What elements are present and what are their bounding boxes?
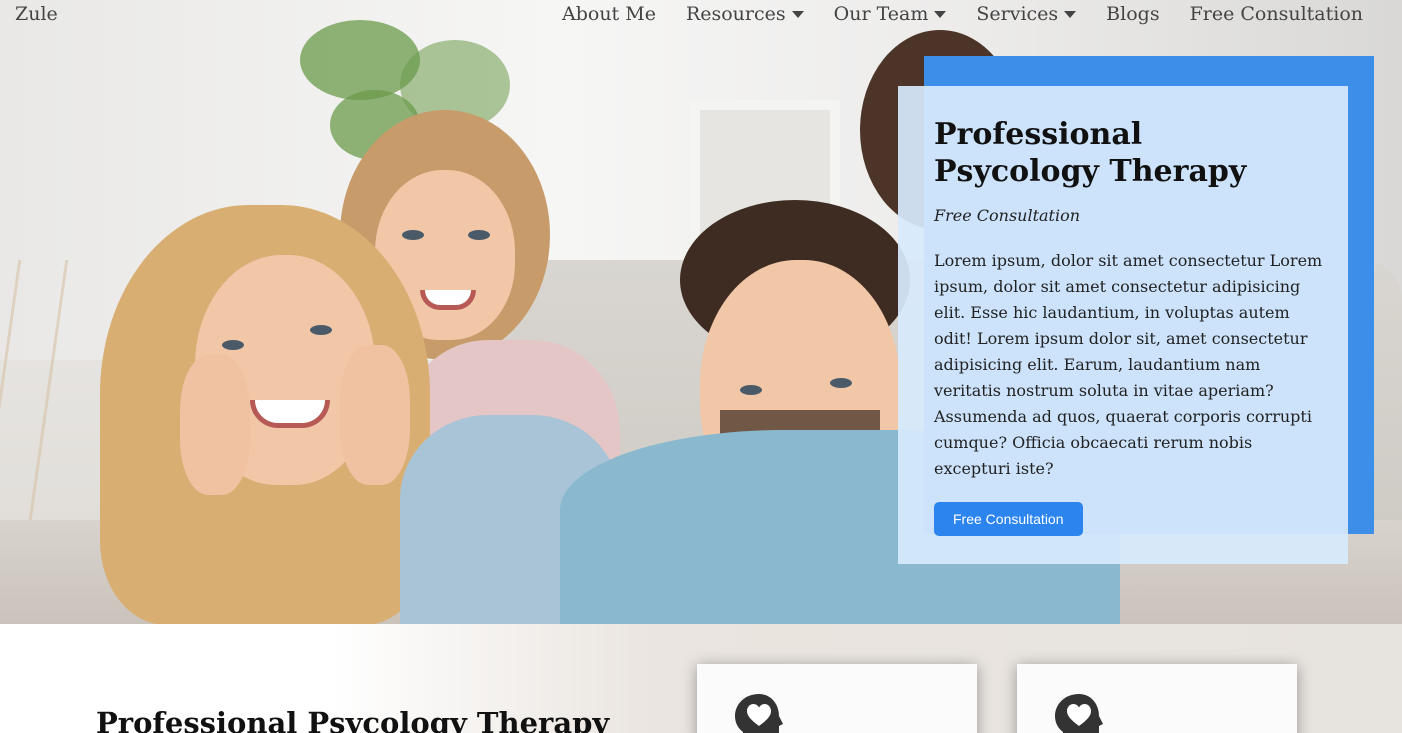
brand-logo[interactable]: Zule bbox=[15, 3, 58, 25]
nav-item-about-me[interactable]: About Me bbox=[562, 3, 656, 25]
free-consultation-button[interactable]: Free Consultation bbox=[934, 502, 1083, 536]
service-card[interactable] bbox=[697, 664, 977, 733]
service-card[interactable] bbox=[1017, 664, 1297, 733]
caret-down-icon bbox=[934, 10, 947, 18]
nav-item-label: About Me bbox=[562, 3, 656, 25]
nav-item-resources[interactable]: Resources bbox=[686, 3, 804, 25]
nav-item-label: Free Consultation bbox=[1189, 3, 1363, 25]
nav-item-label: Resources bbox=[685, 3, 786, 25]
caret-down-icon bbox=[791, 10, 804, 18]
caret-down-icon bbox=[1064, 10, 1077, 18]
services-section: Professional Psycology Therapy bbox=[0, 624, 1402, 733]
top-nav: Zule About Me Resources Our Team Service… bbox=[0, 0, 1402, 30]
nav-menu: About Me Resources Our Team Services Blo… bbox=[562, 3, 1363, 25]
hero-title: Professional Psycology Therapy bbox=[934, 117, 1247, 189]
head-heart-icon bbox=[735, 694, 783, 733]
nav-item-label: Our Team bbox=[833, 3, 929, 25]
head-heart-icon bbox=[1055, 694, 1103, 733]
nav-item-label: Blogs bbox=[1106, 3, 1160, 25]
hero-body-text: Lorem ipsum, dolor sit amet consectetur … bbox=[934, 251, 1323, 478]
nav-item-services[interactable]: Services bbox=[976, 3, 1077, 25]
hero-card: Professional Psycology Therapy Free Cons… bbox=[898, 86, 1348, 564]
nav-item-blogs[interactable]: Blogs bbox=[1106, 3, 1159, 25]
nav-item-our-team[interactable]: Our Team bbox=[834, 3, 947, 25]
hero-subtitle: Free Consultation bbox=[934, 206, 1081, 225]
nav-item-label: Services bbox=[976, 3, 1059, 25]
nav-item-free-consultation[interactable]: Free Consultation bbox=[1190, 3, 1363, 25]
section-title: Professional Psycology Therapy bbox=[96, 706, 610, 733]
